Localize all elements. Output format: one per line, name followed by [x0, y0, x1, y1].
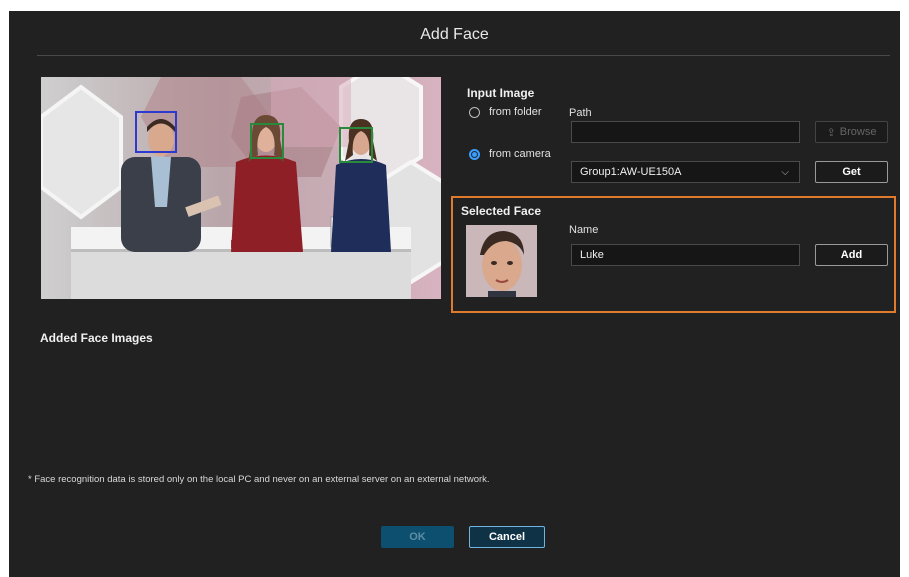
browse-label: Browse: [839, 126, 877, 138]
added-face-images-heading: Added Face Images: [40, 331, 153, 345]
detected-face-box[interactable]: [250, 123, 284, 159]
camera-select-value: Group1:AW-UE150A: [580, 166, 682, 178]
get-button[interactable]: Get: [815, 161, 888, 183]
studio-scene: [41, 77, 441, 299]
chevron-down-icon: ⌵: [781, 167, 789, 178]
camera-select[interactable]: Group1:AW-UE150A ⌵: [571, 161, 800, 183]
browse-button[interactable]: ⇪ Browse: [815, 121, 888, 143]
name-input[interactable]: Luke: [571, 244, 800, 266]
path-label: Path: [569, 107, 592, 119]
selected-face-thumbnail: [466, 225, 537, 297]
path-input[interactable]: [571, 121, 800, 143]
dialog-title: Add Face: [420, 26, 489, 43]
from-camera-label[interactable]: from camera: [489, 148, 551, 160]
selected-face-box[interactable]: [135, 111, 177, 153]
camera-preview-image[interactable]: [41, 77, 441, 299]
title-divider: [37, 55, 890, 56]
input-image-heading: Input Image: [467, 86, 535, 100]
name-label: Name: [569, 224, 599, 236]
cancel-button[interactable]: Cancel: [469, 526, 545, 548]
detected-face-box[interactable]: [339, 127, 373, 163]
add-button[interactable]: Add: [815, 244, 888, 266]
selected-face-heading: Selected Face: [461, 204, 542, 218]
from-camera-radio[interactable]: [469, 149, 480, 160]
from-folder-radio[interactable]: [469, 107, 480, 118]
upload-icon: ⇪: [826, 126, 836, 139]
privacy-note: * Face recognition data is stored only o…: [28, 474, 490, 485]
ok-button[interactable]: OK: [381, 526, 454, 548]
face-image: [466, 225, 537, 297]
add-face-dialog: Add Face Input Image from folder Path ⇪ …: [9, 11, 900, 577]
from-folder-label[interactable]: from folder: [489, 106, 542, 118]
